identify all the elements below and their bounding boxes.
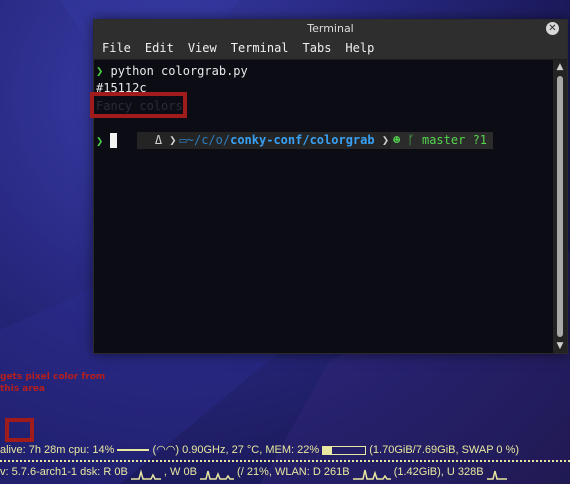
menu-help[interactable]: Help <box>345 41 374 55</box>
close-icon[interactable]: ✕ <box>546 22 559 35</box>
path-prefix: ~/c/o/ <box>186 133 231 147</box>
dotted-divider <box>0 460 570 462</box>
conky-row-system: alive: 7h 28m cpu: 14% (◠◠) 0.90GHz, 27 … <box>0 443 570 458</box>
disk-read-graph <box>130 469 161 480</box>
menu-terminal[interactable]: Terminal <box>231 41 289 55</box>
uptime-cpu: alive: 7h 28m cpu: 14% <box>0 444 115 456</box>
menu-view[interactable]: View <box>188 41 217 55</box>
menu-tabs[interactable]: Tabs <box>303 41 332 55</box>
scroll-down-icon[interactable]: ▼ <box>553 339 567 353</box>
conky-row-io: v: 5.7.6-arch1-1 dsk: R 0B , W 0B (/ 21%… <box>0 465 570 480</box>
branch-icon: ᚴ <box>407 133 415 147</box>
disk-write: , W 0B <box>163 466 197 478</box>
path-current: conky-conf/colorgrab <box>230 133 375 147</box>
cpu-info: 0.90GHz, 27 °C, MEM: 22% <box>182 444 320 456</box>
mem-gauge <box>322 445 367 455</box>
command-text: python colorgrab.py <box>110 64 248 78</box>
git-branch: master <box>421 133 466 147</box>
highlight-box-terminal <box>90 92 187 118</box>
disk-write-graph <box>199 470 234 480</box>
window-title: Terminal <box>307 22 354 35</box>
separator-icon: ❯ <box>381 133 390 147</box>
terminal-window[interactable]: Terminal ✕ File Edit View Terminal Tabs … <box>93 19 568 354</box>
mem-detail: (1.70GiB/7.69GiB, SWAP 0 %) <box>369 444 520 456</box>
menu-edit[interactable]: Edit <box>145 41 174 55</box>
menubar: File Edit View Terminal Tabs Help <box>94 37 567 60</box>
sample-area-marker <box>5 418 34 442</box>
wlan-up-graph <box>486 470 507 480</box>
path-segment: ▭~/c/o/conky-conf/colorgrab ❯ <box>179 132 392 149</box>
cpu-graph-icon: (◠◠) <box>152 444 180 456</box>
github-cat-icon: ☻ <box>393 133 401 147</box>
user-icon: Δ <box>154 133 163 147</box>
git-segment: ☻ ᚴ master ?1 <box>391 132 494 149</box>
prompt-arrow-icon: ❯ <box>96 64 104 78</box>
command-line: ❯ python colorgrab.py <box>96 63 248 80</box>
wlan-down: WLAN: D 261B <box>274 466 350 478</box>
prompt-arrow-icon: ❯ <box>96 134 104 148</box>
window-titlebar[interactable]: Terminal ✕ <box>94 20 567 37</box>
annotation-text: gets pixel color from this area <box>0 372 106 394</box>
git-status: ?1 <box>472 133 488 147</box>
scroll-thumb[interactable] <box>557 76 563 337</box>
root-usage: (/ 21%, <box>237 466 272 478</box>
separator-icon: ❯ <box>169 133 177 147</box>
menu-file[interactable]: File <box>102 41 131 55</box>
folder-icon: ▭ <box>179 133 187 147</box>
input-line[interactable]: ❯ <box>96 133 118 150</box>
kernel-disk-read: v: 5.7.6-arch1-1 dsk: R 0B <box>0 466 128 478</box>
wlan-up: (1.42GiB), U 328B <box>393 466 484 478</box>
scroll-up-icon[interactable]: ▲ <box>553 60 567 74</box>
wlan-down-graph <box>352 469 391 480</box>
user-segment: Δ ❯ <box>137 132 180 149</box>
vertical-scrollbar[interactable]: ▲ ▼ <box>553 60 567 353</box>
cpu-bar <box>117 449 150 452</box>
text-cursor <box>110 133 118 148</box>
